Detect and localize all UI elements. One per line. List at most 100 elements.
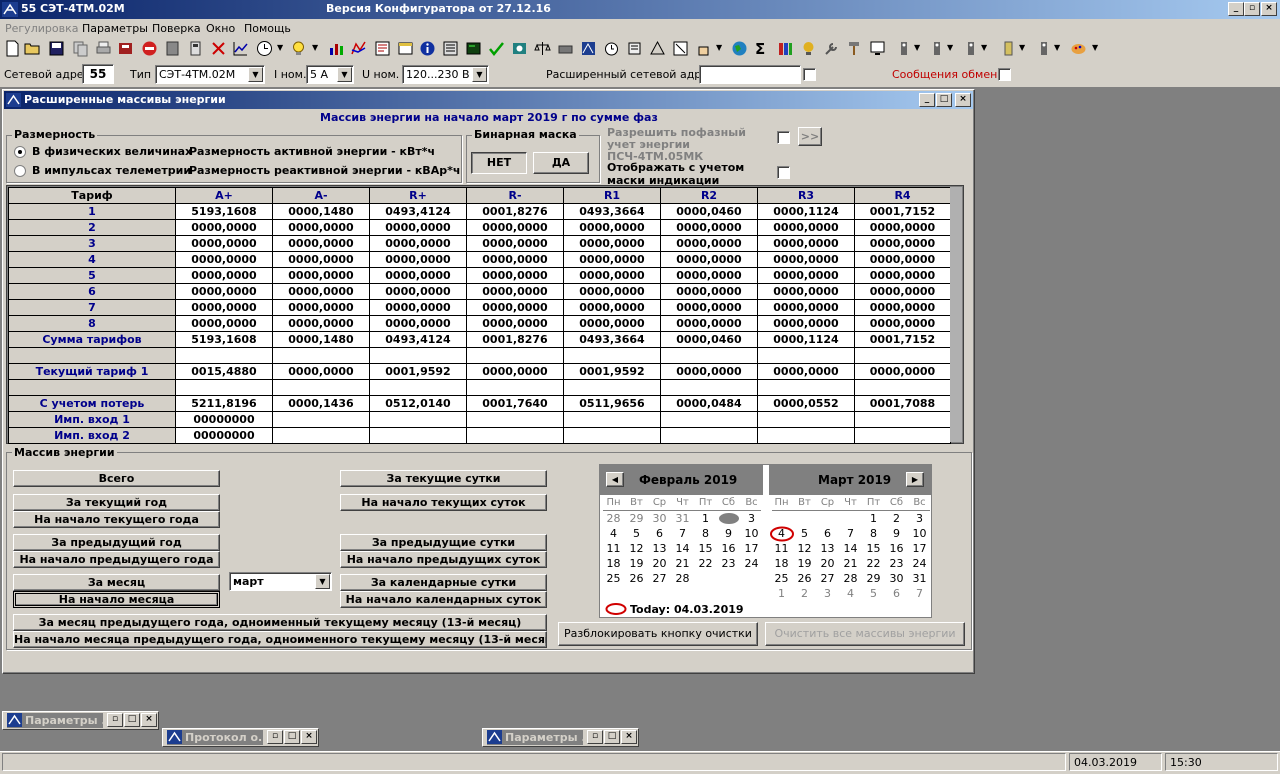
table-cell[interactable] [854,379,951,396]
table-cell[interactable]: 0000,0000 [854,267,951,284]
table-cell[interactable]: 0000,0000 [369,299,467,316]
mini1-maximize-button[interactable]: □ [124,713,140,727]
table-cell[interactable]: 0000,0000 [757,251,855,268]
calendar-day[interactable]: 8 [694,527,717,540]
table-cell[interactable] [757,411,855,428]
calendar-prev-button[interactable]: ◀ [606,472,624,487]
calendar-day[interactable]: 4 [839,587,862,600]
table-cell[interactable]: 0493,4124 [369,203,467,220]
net-address-input[interactable]: 55 [82,64,114,84]
toolbar-eye-icon[interactable] [511,40,528,57]
toolbar-report-icon[interactable] [374,40,391,57]
calendar-day[interactable]: 11 [770,542,793,555]
calendar-day[interactable]: 5 [625,527,648,540]
table-cell[interactable]: 0000,1124 [757,331,855,348]
table-cell[interactable]: 0000,0000 [175,267,273,284]
scales-icon[interactable] [534,40,551,57]
calendar-day[interactable]: 2 [885,512,908,525]
calendar-day[interactable]: 11 [602,542,625,555]
table-cell[interactable]: 0000,0000 [466,363,564,380]
table-cell[interactable]: 0000,0000 [563,315,661,332]
calendar-day[interactable]: 26 [793,572,816,585]
calendar-day[interactable]: 25 [770,572,793,585]
table-cell[interactable]: 0000,0000 [272,267,370,284]
toolbar-books-icon[interactable] [777,40,794,57]
table-cell[interactable]: 0000,0000 [854,363,951,380]
table-cell[interactable] [563,427,661,444]
calendar-day[interactable]: 31 [908,572,931,585]
timer-icon[interactable] [603,40,620,57]
table-cell[interactable]: 0000,0000 [369,219,467,236]
start-calendar-day-button[interactable]: На начало календарных суток [340,591,547,608]
minimize-button[interactable]: _ [1228,2,1244,16]
start-previous-year-button[interactable]: На начало предыдущего года [13,551,220,568]
calendar-day[interactable]: 12 [793,542,816,555]
table-cell[interactable]: 0000,0000 [854,315,951,332]
table-cell[interactable] [757,427,855,444]
table-cell[interactable]: 0000,0000 [272,299,370,316]
meter-a-icon[interactable] [895,40,912,57]
radio-pulse[interactable] [14,165,26,177]
calendar-day[interactable]: 30 [648,512,671,525]
table-cell[interactable]: 0000,0000 [272,219,370,236]
table-cell[interactable]: 0511,9656 [563,395,661,412]
table-cell[interactable]: 0000,0000 [175,251,273,268]
table-cell[interactable]: 0001,9592 [369,363,467,380]
child-close-button[interactable]: × [955,93,971,107]
checkmark-icon[interactable] [488,40,505,57]
start-previous-day-button[interactable]: На начало предыдущих суток [340,551,547,568]
save-icon[interactable] [48,40,65,57]
table-cell[interactable]: 0000,0000 [466,267,564,284]
table-cell[interactable]: 0000,0000 [563,283,661,300]
table-cell[interactable]: 0000,0000 [563,219,661,236]
meter-a-dropdown-arrow-icon[interactable]: ▼ [914,43,920,52]
table-cell[interactable]: 0000,0000 [854,251,951,268]
lightbulb-icon[interactable] [290,40,307,57]
radio-physical[interactable] [14,146,26,158]
mini2-close-button[interactable]: × [301,730,317,744]
table-cell[interactable]: 0000,0000 [272,251,370,268]
calendar-day[interactable]: 3 [740,512,763,525]
table-cell[interactable] [563,379,661,396]
calendar-day[interactable]: 28 [839,572,862,585]
calendar-day[interactable]: 31 [671,512,694,525]
calendar-day[interactable]: 6 [648,527,671,540]
calendar-day[interactable]: 1 [862,512,885,525]
calendar-day[interactable]: 3 [816,587,839,600]
table-cell[interactable] [854,411,951,428]
meter-e-icon[interactable] [1035,40,1052,57]
table-cell[interactable]: 0000,0000 [466,219,564,236]
meter-b-dropdown-arrow-icon[interactable]: ▼ [947,43,953,52]
table-cell[interactable]: 0000,0000 [175,283,273,300]
menu-regulirovka[interactable]: Регулировка [5,22,78,35]
table-cell[interactable]: 0000,0000 [369,251,467,268]
ext-address-checkbox[interactable] [803,68,816,81]
calendar-day[interactable]: 30 [885,572,908,585]
menu-parametry[interactable]: Параметры [82,22,148,35]
table-cell[interactable]: 0000,0000 [757,283,855,300]
close-button[interactable]: × [1261,2,1277,16]
table-cell[interactable]: 0493,3664 [563,331,661,348]
meter-d-dropdown-arrow-icon[interactable]: ▼ [1019,43,1025,52]
table-cell[interactable]: 0000,1480 [272,331,370,348]
mini3-close-button[interactable]: × [621,730,637,744]
meter-e-dropdown-arrow-icon[interactable]: ▼ [1054,43,1060,52]
table-cell[interactable]: 0000,0552 [757,395,855,412]
triangle-icon[interactable] [649,40,666,57]
table-cell[interactable]: 0000,0000 [660,251,758,268]
table-cell[interactable]: 0000,0000 [660,267,758,284]
type-select[interactable]: СЭТ-4ТМ.02М ▼ [155,65,265,84]
previous-year-button[interactable]: За предыдущий год [13,534,220,551]
table-cell[interactable] [369,427,467,444]
type-dropdown-arrow-icon[interactable]: ▼ [248,67,263,82]
mini1-close-button[interactable]: × [141,713,157,727]
calendar-day[interactable]: 9 [885,527,908,540]
total-button[interactable]: Всего [13,470,220,487]
table-cell[interactable]: 0000,0000 [466,251,564,268]
table-cell[interactable]: 0000,0000 [660,363,758,380]
calendar-day[interactable]: 24 [740,557,763,570]
table-cell[interactable]: 0000,0000 [563,267,661,284]
clear-all-button[interactable]: Очистить все массивы энергии [765,622,965,646]
lightbulb-dropdown-arrow-icon[interactable]: ▼ [312,43,318,52]
radio-pulse-label[interactable]: В импульсах телеметрии [32,164,191,177]
